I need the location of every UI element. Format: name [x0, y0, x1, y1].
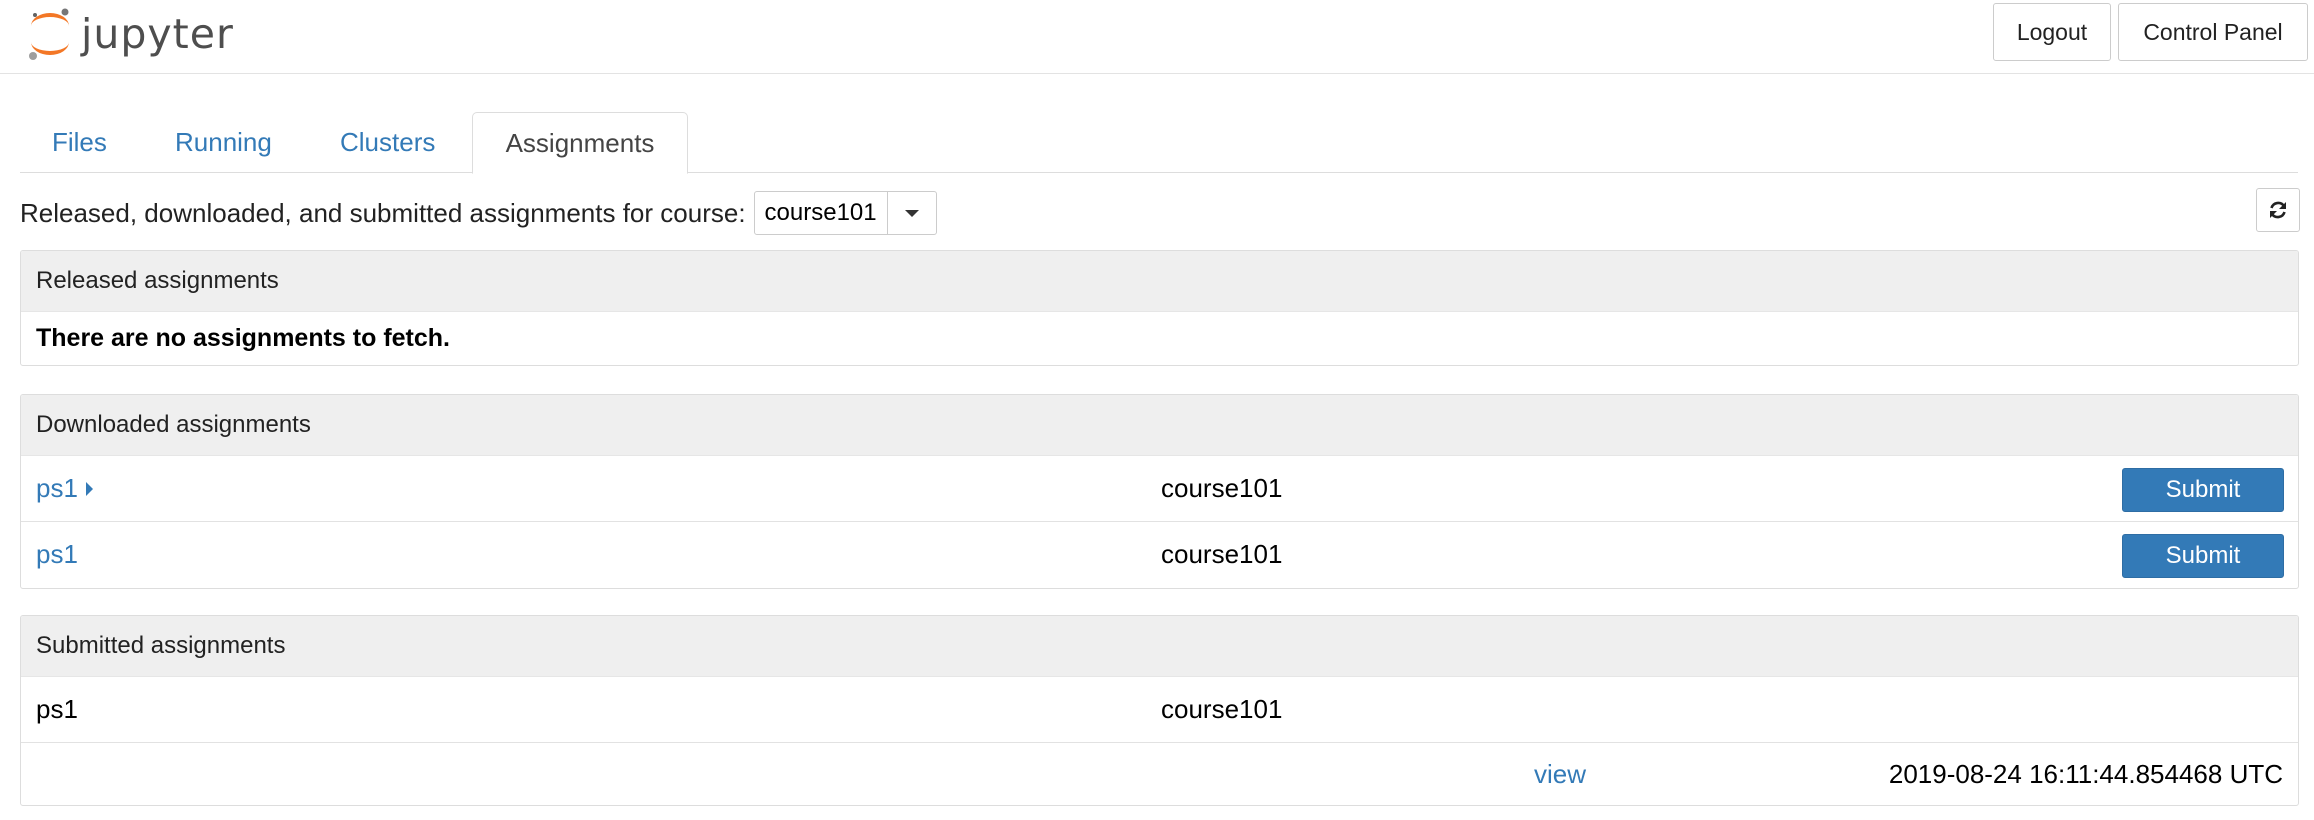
panel-heading: Released assignments [21, 251, 2298, 312]
tab-clusters[interactable]: Clusters [340, 112, 435, 172]
refresh-button[interactable] [2256, 188, 2300, 232]
course-dropdown-value[interactable]: course101 [755, 192, 888, 234]
control-panel-button[interactable]: Control Panel [2118, 3, 2308, 61]
downloaded-assignments-panel: Downloaded assignments ps1 course101 Sub… [20, 394, 2299, 589]
refresh-icon [2270, 201, 2286, 219]
course-name: course101 [1161, 694, 1283, 724]
assignment-link[interactable]: ps1 [36, 456, 93, 521]
course-selector-label: Released, downloaded, and submitted assi… [20, 197, 746, 228]
tab-bar: Files Running Clusters Assignments [20, 112, 2298, 174]
table-row: ps1 course101 Submit [21, 456, 2298, 521]
assignment-link[interactable]: ps1 [36, 522, 78, 587]
submission-timestamp: 2019-08-24 16:11:44.854468 UTC [1888, 758, 2283, 789]
jupyter-logo-icon [29, 8, 69, 60]
assignment-name: ps1 [36, 694, 78, 724]
course-dropdown[interactable]: course101 [753, 191, 937, 235]
course-selector-row: Released, downloaded, and submitted assi… [20, 190, 937, 236]
table-row: ps1 course101 [21, 677, 2298, 742]
submitted-assignments-panel: Submitted assignments ps1 course101 view… [20, 615, 2299, 806]
panel-heading: Submitted assignments [21, 616, 2298, 677]
view-link[interactable]: view [1534, 743, 1586, 805]
chevron-down-icon[interactable] [888, 192, 936, 234]
caret-right-icon[interactable] [85, 481, 93, 496]
jupyter-logo[interactable]: jupyter [27, 4, 234, 64]
submit-button[interactable]: Submit [2122, 534, 2284, 578]
submit-button[interactable]: Submit [2122, 468, 2284, 512]
header-bar: jupyter Logout Control Panel [0, 0, 2314, 74]
tab-running[interactable]: Running [175, 112, 272, 172]
tab-files[interactable]: Files [52, 112, 107, 172]
logout-button[interactable]: Logout [1993, 3, 2111, 61]
course-name: course101 [1161, 539, 1283, 569]
tab-assignments[interactable]: Assignments [472, 112, 688, 174]
list-item: There are no assignments to fetch. [21, 312, 2298, 364]
panel-heading: Downloaded assignments [21, 395, 2298, 456]
brand-name: jupyter [81, 10, 234, 58]
table-row: view 2019-08-24 16:11:44.854468 UTC [21, 742, 2298, 805]
table-row: ps1 course101 Submit [21, 521, 2298, 587]
released-assignments-panel: Released assignments There are no assign… [20, 250, 2299, 366]
course-name: course101 [1161, 473, 1283, 503]
assignment-name[interactable]: ps1 [36, 473, 78, 504]
empty-message: There are no assignments to fetch. [36, 323, 450, 352]
